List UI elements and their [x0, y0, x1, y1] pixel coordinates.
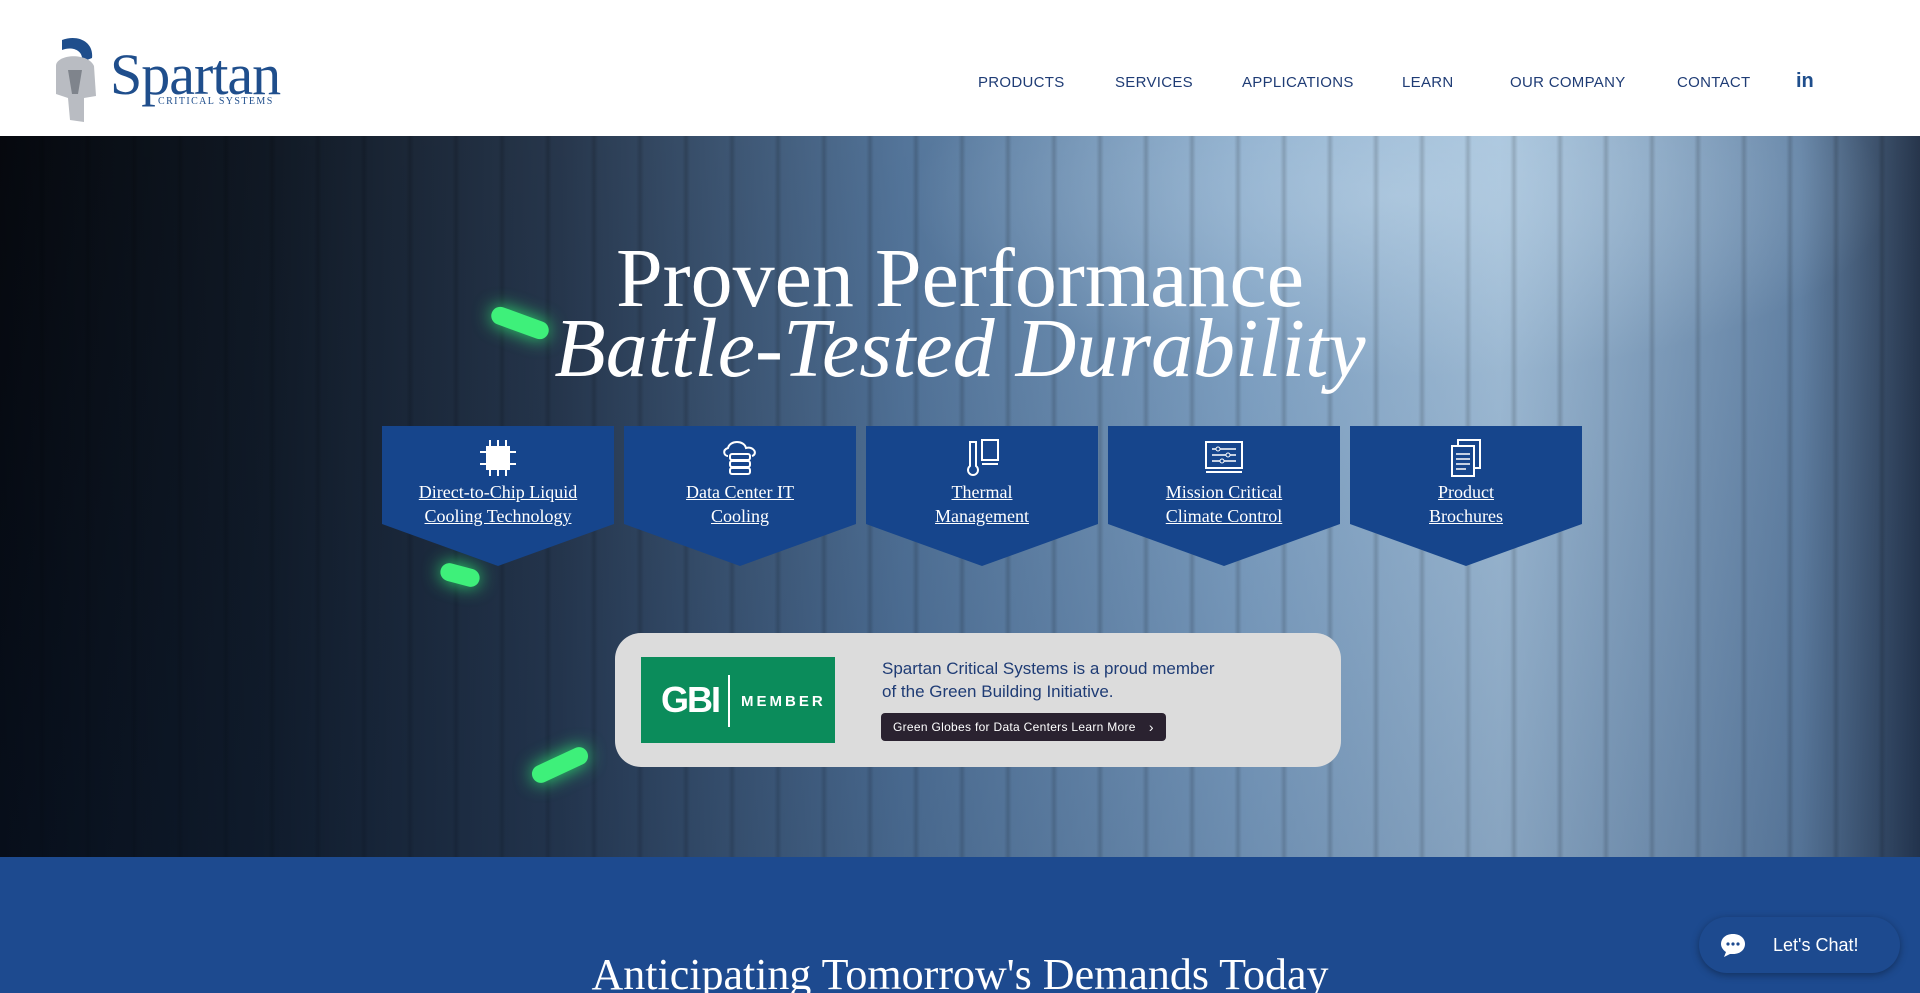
- hero-title-line2: Battle-Tested Durability: [554, 302, 1366, 395]
- section-title: Anticipating Tomorrow's Demands Today: [591, 950, 1329, 993]
- hero-section: Proven Performance Battle-Tested Durabil…: [0, 136, 1920, 857]
- card-label: Product Brochures: [1429, 482, 1503, 526]
- card-direct-to-chip[interactable]: Direct-to-Chip Liquid Cooling Technology: [382, 426, 614, 566]
- chat-bubble-icon: [1721, 934, 1745, 957]
- server-light: [529, 744, 591, 786]
- card-label: Thermal Management: [935, 482, 1029, 526]
- nav-applications[interactable]: APPLICATIONS: [1242, 74, 1354, 91]
- site-header: Spartan CRITICAL SYSTEMS PRODUCTS SERVIC…: [0, 0, 1920, 136]
- nav-products[interactable]: PRODUCTS: [978, 74, 1065, 91]
- feature-cards: Direct-to-Chip Liquid Cooling Technology …: [382, 426, 1582, 570]
- chat-label: Let's Chat!: [1773, 935, 1859, 955]
- gbi-logo-text: GBI: [661, 679, 721, 720]
- main-nav: PRODUCTS SERVICES APPLICATIONS LEARN OUR…: [0, 74, 1920, 94]
- card-label: Direct-to-Chip Liquid Cooling Technology: [418, 482, 578, 526]
- card-mission-critical[interactable]: Mission Critical Climate Control: [1108, 426, 1340, 566]
- green-globes-learn-more-button[interactable]: Green Globes for Data Centers Learn More…: [881, 713, 1166, 741]
- nav-services[interactable]: SERVICES: [1115, 74, 1193, 91]
- document-icon: [1451, 439, 1481, 477]
- gbi-membership-panel: GBI MEMBER Spartan Critical Systems is a…: [615, 633, 1341, 767]
- nav-our-company[interactable]: OUR COMPANY: [1510, 74, 1626, 91]
- gbi-logo-divider: [728, 675, 730, 727]
- linkedin-icon[interactable]: in: [1796, 70, 1814, 93]
- demands-section: Anticipating Tomorrow's Demands Today: [0, 857, 1920, 993]
- chip-icon: [480, 440, 516, 476]
- card-label: Data Center IT Cooling: [686, 482, 794, 526]
- card-thermal-management[interactable]: Thermal Management: [866, 426, 1098, 566]
- gbi-description: Spartan Critical Systems is a proud memb…: [882, 659, 1215, 701]
- card-data-center-cooling[interactable]: Data Center IT Cooling: [624, 426, 856, 566]
- nav-contact[interactable]: CONTACT: [1677, 74, 1750, 91]
- brand-subtitle: CRITICAL SYSTEMS: [158, 96, 274, 107]
- chevron-right-icon: ›: [1148, 719, 1154, 735]
- thermometer-icon: [967, 439, 999, 476]
- card-label: Mission Critical Climate Control: [1165, 482, 1283, 526]
- nav-learn[interactable]: LEARN: [1402, 74, 1454, 91]
- gbi-member-logo[interactable]: GBI MEMBER: [641, 657, 835, 743]
- chat-button[interactable]: Let's Chat!: [1699, 917, 1900, 973]
- cloud-server-icon: [723, 441, 756, 475]
- control-panel-icon: [1205, 441, 1243, 473]
- card-product-brochures[interactable]: Product Brochures: [1350, 426, 1582, 566]
- gbi-logo-member: MEMBER: [741, 693, 826, 710]
